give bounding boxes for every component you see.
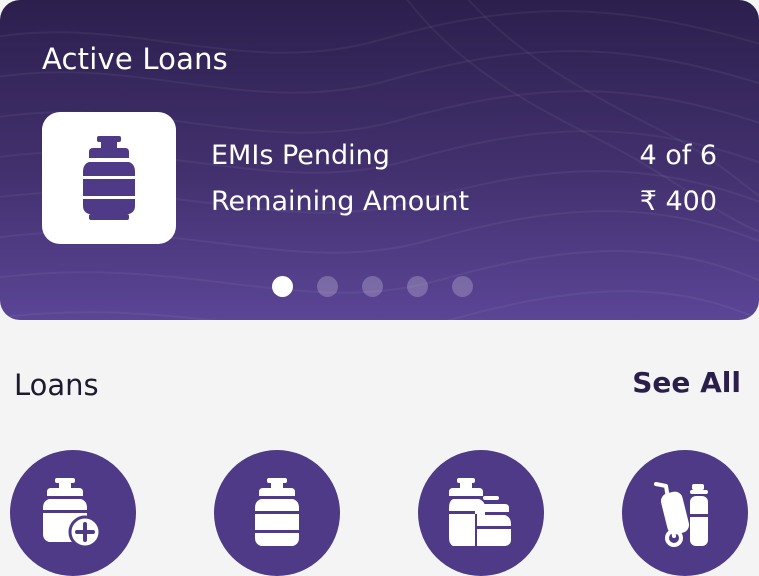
carousel-dot[interactable] xyxy=(362,276,383,297)
carousel-dot[interactable] xyxy=(407,276,428,297)
loan-option-cylinder-trolley[interactable] xyxy=(622,450,748,576)
product-tile xyxy=(42,112,176,244)
card-title: Active Loans xyxy=(42,42,228,76)
emis-pending-label: EMIs Pending xyxy=(211,140,390,171)
remaining-amount-value: ₹ 400 xyxy=(639,186,717,217)
emis-pending-value: 4 of 6 xyxy=(639,140,717,171)
carousel-dot[interactable] xyxy=(452,276,473,297)
gas-cylinder-icon xyxy=(255,478,299,546)
loan-option-cylinder-add[interactable] xyxy=(10,450,136,576)
carousel-dot[interactable] xyxy=(272,276,293,297)
cylinder-trolley-icon xyxy=(654,482,708,547)
active-loan-card[interactable]: Active Loans EMIs Pending 4 of 6 Remaini… xyxy=(0,0,759,320)
gas-cylinder-add-icon xyxy=(43,478,102,548)
double-gas-cylinder-icon xyxy=(449,478,511,546)
loans-section-title: Loans xyxy=(14,368,99,402)
loan-option-double-cylinder[interactable] xyxy=(418,450,544,576)
gas-cylinder-icon xyxy=(83,136,135,220)
carousel-indicator xyxy=(272,276,473,297)
loan-option-cylinder[interactable] xyxy=(214,450,340,576)
see-all-link[interactable]: See All xyxy=(632,366,741,399)
remaining-amount-label: Remaining Amount xyxy=(211,186,470,217)
carousel-dot[interactable] xyxy=(317,276,338,297)
